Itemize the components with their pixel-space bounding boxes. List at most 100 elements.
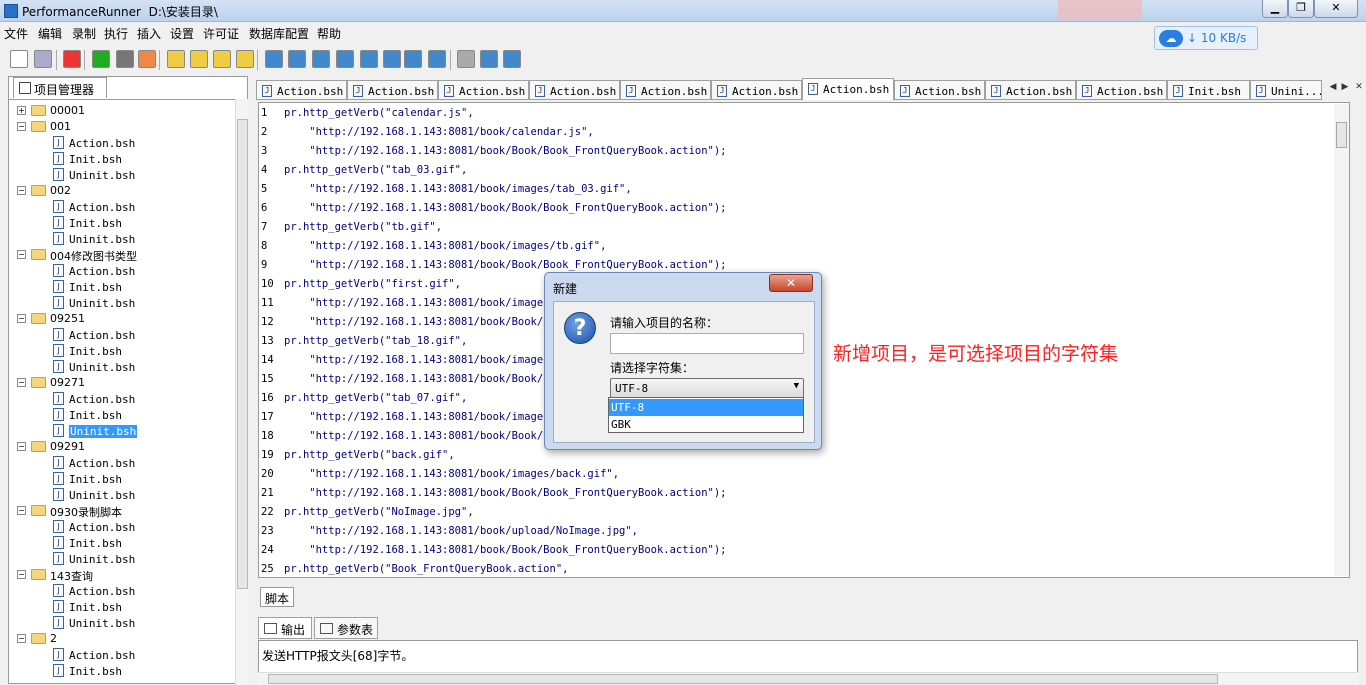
undo-icon[interactable]: [167, 50, 185, 68]
collapse-icon[interactable]: −: [17, 570, 26, 579]
redo-icon[interactable]: [190, 50, 208, 68]
menu-item-3[interactable]: 执行: [104, 25, 128, 42]
window-icon[interactable]: [503, 50, 521, 68]
tree-file[interactable]: J Init.bsh: [9, 407, 235, 423]
collapse-icon[interactable]: −: [17, 186, 26, 195]
find-icon[interactable]: [288, 50, 306, 68]
menu-item-0[interactable]: 文件: [4, 25, 28, 42]
tab-params[interactable]: 参数表: [314, 617, 378, 639]
tree-folder[interactable]: − 09291: [9, 439, 235, 455]
editor-tab[interactable]: J Action.bsh: [438, 80, 529, 100]
editor-scrollbar[interactable]: [1334, 104, 1349, 576]
tree-file[interactable]: J Action.bsh: [9, 327, 235, 343]
save-icon[interactable]: [34, 50, 52, 68]
tree-file[interactable]: J Uninit.bsh: [9, 231, 235, 247]
tool-icon[interactable]: [213, 50, 231, 68]
expand-icon[interactable]: +: [17, 106, 26, 115]
maximize-button[interactable]: ❐: [1288, 0, 1314, 18]
collapse-icon[interactable]: −: [17, 250, 26, 259]
tree-folder[interactable]: − 004修改图书类型: [9, 247, 235, 263]
script-tab[interactable]: 脚本: [260, 587, 294, 607]
tree-file[interactable]: J Action.bsh: [9, 519, 235, 535]
scrollbar-thumb[interactable]: [268, 674, 1218, 684]
tree-folder[interactable]: − 09271: [9, 375, 235, 391]
tree-file[interactable]: J Uninit.bsh: [9, 615, 235, 631]
run-icon[interactable]: [92, 50, 110, 68]
tree-file[interactable]: J Action.bsh: [9, 135, 235, 151]
tree-file[interactable]: J Uninit.bsh: [9, 167, 235, 183]
collapse-icon[interactable]: −: [17, 378, 26, 387]
tree-folder[interactable]: − 143查询: [9, 567, 235, 583]
record-icon[interactable]: [63, 50, 81, 68]
menu-item-8[interactable]: 帮助: [317, 25, 341, 42]
tree-file[interactable]: J Init.bsh: [9, 279, 235, 295]
tab-output[interactable]: 输出: [258, 617, 312, 639]
tree-file[interactable]: J Init.bsh: [9, 663, 235, 679]
editor-tab[interactable]: J Init.bsh: [1167, 80, 1250, 100]
verify-icon[interactable]: [360, 50, 378, 68]
tree-file[interactable]: J Action.bsh: [9, 583, 235, 599]
tree-file[interactable]: J Action.bsh: [9, 263, 235, 279]
comment-icon[interactable]: [428, 50, 446, 68]
editor-tab[interactable]: J Action.bsh: [711, 80, 802, 100]
close-window-button[interactable]: ✕: [1314, 0, 1358, 18]
dropdown-arrow-icon[interactable]: ▼: [794, 381, 799, 391]
tree-file[interactable]: J Action.bsh: [9, 647, 235, 663]
charset-option-gbk[interactable]: GBK: [609, 416, 803, 433]
tree-file[interactable]: J Uninit.bsh: [9, 487, 235, 503]
charset-select[interactable]: UTF-8 ▼: [610, 378, 804, 398]
collapse-icon[interactable]: −: [17, 314, 26, 323]
collapse-icon[interactable]: −: [17, 634, 26, 643]
tab-close-icon[interactable]: ✕: [1354, 82, 1364, 96]
calendar-icon[interactable]: [480, 50, 498, 68]
scrollbar-thumb[interactable]: [1336, 122, 1347, 148]
tree-file[interactable]: J Uninit.bsh: [9, 423, 235, 439]
tree-folder[interactable]: − 001: [9, 119, 235, 135]
charset-option-utf8[interactable]: UTF-8: [609, 399, 803, 416]
menu-item-4[interactable]: 插入: [137, 25, 161, 42]
editor-tab[interactable]: J Action.bsh: [256, 80, 347, 100]
tree-file[interactable]: J Action.bsh: [9, 455, 235, 471]
collapse-icon[interactable]: −: [17, 442, 26, 451]
editor-tab[interactable]: J Action.bsh: [802, 78, 894, 100]
tree-folder[interactable]: +00001: [9, 103, 235, 119]
tree-file[interactable]: J Uninit.bsh: [9, 551, 235, 567]
collapse-icon[interactable]: −: [17, 122, 26, 131]
stop-icon[interactable]: [116, 50, 134, 68]
tab-scroll-right-icon[interactable]: ▶: [1340, 82, 1350, 96]
editor-tab[interactable]: J Action.bsh: [894, 80, 985, 100]
project-name-input[interactable]: [610, 333, 804, 354]
output-h-scrollbar[interactable]: [258, 672, 1358, 684]
new-icon[interactable]: [10, 50, 28, 68]
insert-icon[interactable]: [383, 50, 401, 68]
project-tree-scrollbar[interactable]: [235, 99, 248, 685]
project-manager-tab[interactable]: 项目管理器: [13, 77, 107, 98]
collapse-icon[interactable]: −: [17, 506, 26, 515]
tree-file[interactable]: J Init.bsh: [9, 471, 235, 487]
editor-tab[interactable]: J Action.bsh: [529, 80, 620, 100]
minimize-button[interactable]: ▁: [1262, 0, 1288, 18]
check-icon[interactable]: [312, 50, 330, 68]
menu-item-2[interactable]: 录制: [72, 25, 96, 42]
dialog-close-button[interactable]: ✕: [769, 274, 813, 292]
panel-splitter[interactable]: [258, 608, 1358, 616]
tree-file[interactable]: J Uninit.bsh: [9, 359, 235, 375]
tree-file[interactable]: J Action.bsh: [9, 199, 235, 215]
editor-tab[interactable]: J Action.bsh: [1076, 80, 1167, 100]
menu-item-7[interactable]: 数据库配置: [249, 25, 309, 42]
tree-folder[interactable]: − 0930录制脚本: [9, 503, 235, 519]
split-icon[interactable]: [404, 50, 422, 68]
menu-item-1[interactable]: 编辑: [38, 25, 62, 42]
tree-file[interactable]: J Init.bsh: [9, 343, 235, 359]
tree-file[interactable]: J Uninit.bsh: [9, 295, 235, 311]
tree-folder[interactable]: − 002: [9, 183, 235, 199]
export-icon[interactable]: [138, 50, 156, 68]
tree-folder[interactable]: − 09251: [9, 311, 235, 327]
tree-file[interactable]: J Init.bsh: [9, 535, 235, 551]
editor-tab[interactable]: J Action.bsh: [347, 80, 438, 100]
tree-file[interactable]: J Init.bsh: [9, 599, 235, 615]
menu-item-5[interactable]: 设置: [170, 25, 194, 42]
editor-tab[interactable]: J Action.bsh: [985, 80, 1076, 100]
tab-scroll-left-icon[interactable]: ◀: [1328, 82, 1338, 96]
editor-tab[interactable]: J Unini...: [1250, 80, 1322, 100]
